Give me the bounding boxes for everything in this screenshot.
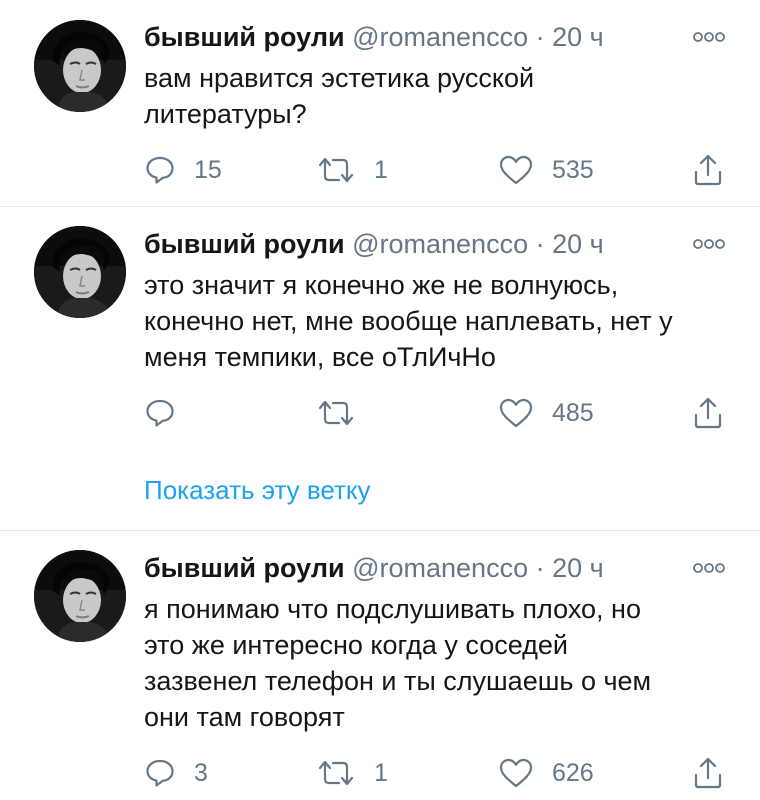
share-button[interactable] [692,393,724,433]
reply-button[interactable]: 15 [144,150,222,190]
tweet-3[interactable]: бывший роули @romanencco · 20 ч я понима… [0,531,760,800]
heart-icon [498,154,534,186]
user-handle[interactable]: @romanencco [352,22,528,52]
heart-icon [498,397,534,429]
reply-icon [144,397,176,429]
reply-count: 3 [194,758,208,787]
display-name[interactable]: бывший роули [144,229,345,259]
retweet-count: 1 [374,758,388,787]
more-icon[interactable] [692,237,726,251]
tweet-2[interactable]: бывший роули @romanencco · 20 ч это знач… [0,207,760,530]
share-button[interactable] [692,150,724,190]
tweet-header: бывший роули @romanencco · 20 ч [144,20,604,54]
reply-icon [144,154,176,186]
tweet-text: я понимаю что подслушивать плохо, но это… [144,591,734,735]
tweet-text-line: это значит я конечно же не волнуюсь, [144,270,619,300]
profile-photo-icon [34,550,126,642]
tweet-text-line: зазвенел телефон и ты слушаешь о чем [144,666,652,696]
display-name[interactable]: бывший роули [144,553,345,583]
retweet-button[interactable] [316,393,356,433]
tweet-text-line: они там говорят [144,702,345,732]
tweet-text: это значит я конечно же не волнуюсь, кон… [144,267,734,375]
retweet-button[interactable]: 1 [316,753,388,793]
profile-photo-icon [34,20,126,112]
reply-icon [144,757,176,789]
tweet-actions: 15 1 535 [144,150,744,190]
user-handle[interactable]: @romanencco [352,553,528,583]
share-icon [692,396,724,430]
retweet-count: 1 [374,155,388,184]
like-count: 626 [552,758,594,787]
share-icon [692,153,724,187]
profile-photo-icon [34,226,126,318]
avatar[interactable] [34,226,126,318]
tweet-text-line: конечно нет, мне вообще наплевать, нет у [144,306,673,336]
reply-button[interactable] [144,393,176,433]
timestamp[interactable]: 20 ч [552,22,604,52]
avatar[interactable] [34,20,126,112]
like-button[interactable]: 626 [498,753,594,793]
like-count: 485 [552,398,594,427]
more-icon[interactable] [692,30,726,44]
like-button[interactable]: 535 [498,150,594,190]
reply-count: 15 [194,155,222,184]
tweet-text-line: это же интересно когда у соседей [144,630,569,660]
retweet-icon [316,154,356,186]
like-count: 535 [552,155,594,184]
tweet-text-line: меня темпики, все оТлИчНо [144,342,496,372]
tweet-actions: 3 1 626 [144,753,744,793]
more-icon[interactable] [692,561,726,575]
user-handle[interactable]: @romanencco [352,229,528,259]
tweet-text-line: литературы? [144,99,307,129]
tweet-header: бывший роули @romanencco · 20 ч [144,227,604,261]
tweet-1[interactable]: бывший роули @romanencco · 20 ч вам нрав… [0,0,760,206]
tweet-text-line: я понимаю что подслушивать плохо, но [144,594,641,624]
tweet-actions: 485 [144,393,744,433]
tweet-text-line: вам нравится эстетика русской [144,63,535,93]
tweet-header: бывший роули @romanencco · 20 ч [144,551,604,585]
display-name[interactable]: бывший роули [144,22,345,52]
timestamp[interactable]: 20 ч [552,229,604,259]
share-button[interactable] [692,753,724,793]
like-button[interactable]: 485 [498,393,594,433]
retweet-icon [316,397,356,429]
tweet-text: вам нравится эстетика русской литературы… [144,60,734,132]
show-thread-link[interactable]: Показать эту ветку [144,475,371,506]
avatar[interactable] [34,550,126,642]
separator-dot: · [535,229,545,259]
heart-icon [498,757,534,789]
share-icon [692,756,724,790]
timestamp[interactable]: 20 ч [552,553,604,583]
retweet-button[interactable]: 1 [316,150,388,190]
separator-dot: · [535,22,545,52]
separator-dot: · [535,553,545,583]
retweet-icon [316,757,356,789]
reply-button[interactable]: 3 [144,753,208,793]
